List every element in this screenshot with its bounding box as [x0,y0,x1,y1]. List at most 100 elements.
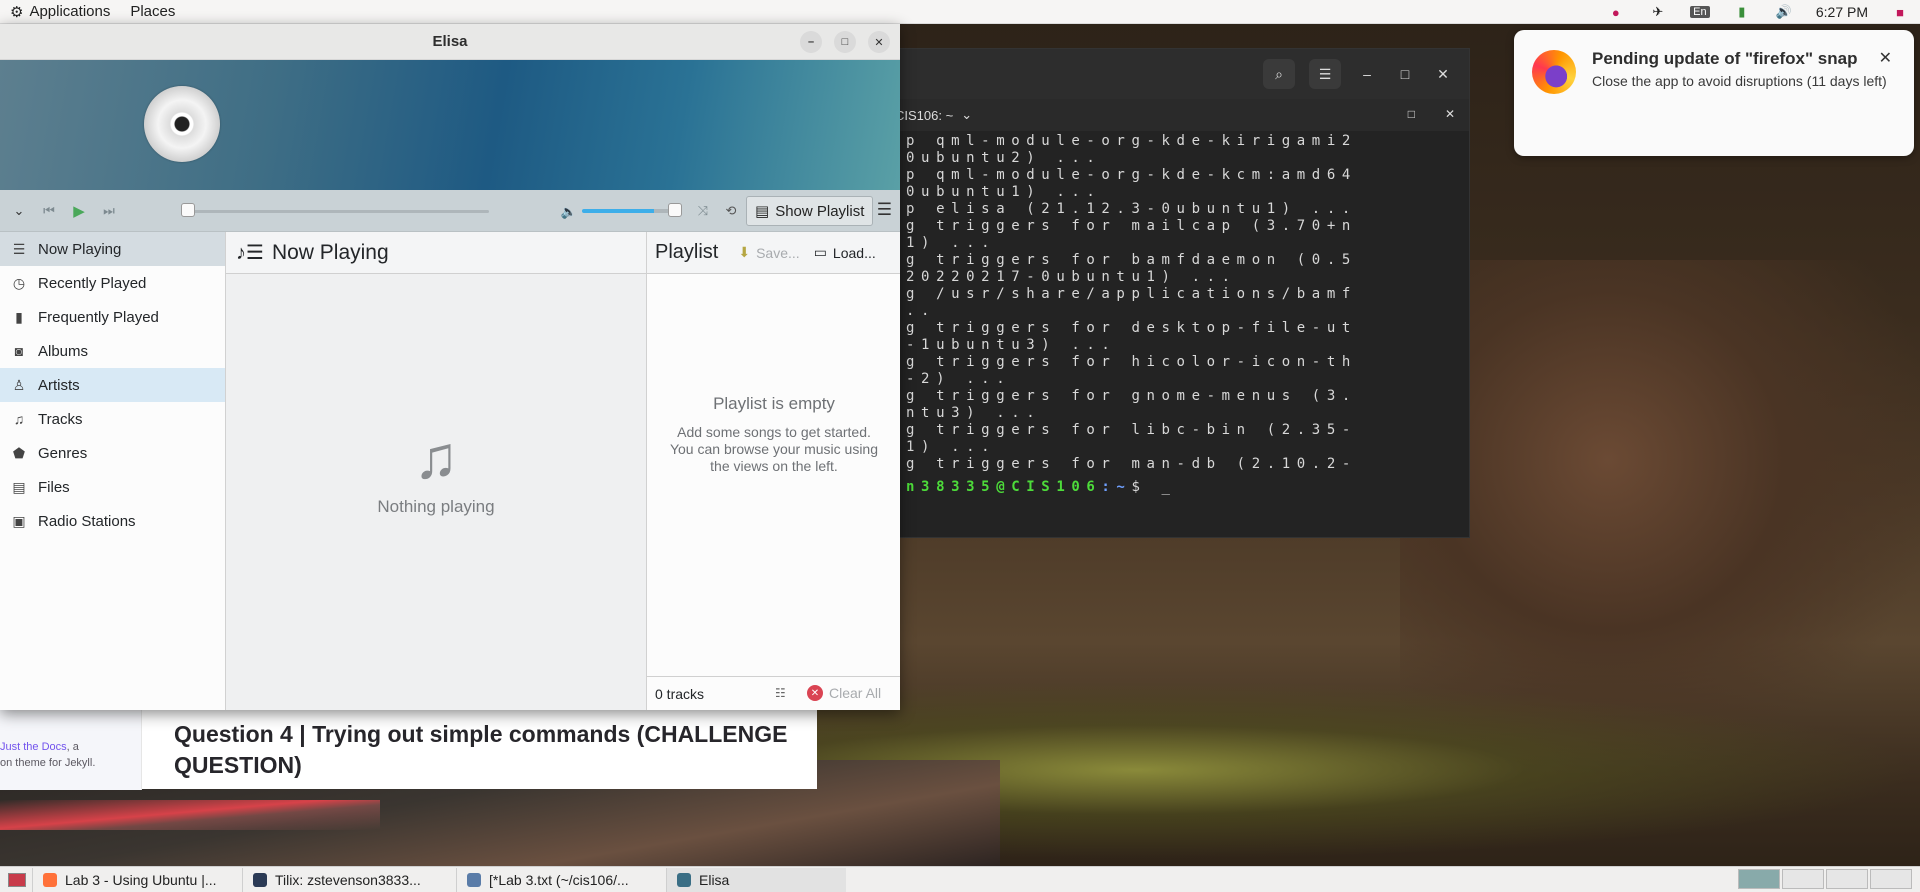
terminal-prompt: on38335@CIS106:~$ _ [891,479,1459,496]
load-playlist-button[interactable]: ▭ Load... [814,244,876,261]
search-icon[interactable]: ⌕ [1263,59,1295,89]
just-the-docs-link[interactable]: Just the Docs [0,741,67,753]
album-art-disc-icon [144,86,220,162]
chevron-down-icon[interactable]: ⌄ [961,107,972,123]
workspace[interactable] [1738,869,1780,889]
frequent-icon: ▮ [15,308,23,325]
volume-handle[interactable] [668,203,682,217]
taskbar-item-label: [*Lab 3.txt (~/cis106/... [489,871,629,888]
sidebar-item-artists[interactable]: ♙ Artists [0,368,225,402]
elisa-window: Elisa – □ ✕ ⌄ ⏮ ▶ ⏭ 🔈 ⤨ ⟲ ▤ Show Playlis… [0,24,900,710]
load-label: Load... [832,244,876,261]
maximize-icon[interactable]: □ [834,31,856,53]
nothing-playing-text: Nothing playing [377,497,495,516]
sidebar-item-genres[interactable]: ⬟ Genres [0,436,225,470]
close-icon[interactable]: ✕ [1879,48,1892,68]
close-pane-icon[interactable]: ✕ [1445,107,1455,121]
maximize-pane-icon[interactable]: □ [1408,107,1415,121]
music-note-icon: ♫ [413,424,459,491]
maximize-icon[interactable]: □ [1393,66,1417,82]
sidebar-item-now-playing[interactable]: ☰ Now Playing [0,232,225,266]
side-text-2: on theme for Jekyll. [0,757,96,769]
hamburger-menu-icon[interactable]: ☰ [877,200,892,220]
playlist-heading: Playlist [655,241,719,263]
close-icon[interactable]: ✕ [868,31,890,53]
notification[interactable]: Pending update of "firefox" snap Close t… [1514,30,1914,156]
taskbar-item[interactable]: Lab 3 - Using Ubuntu |... [32,867,242,892]
sidebar-item-albums[interactable]: ◙ Albums [0,334,225,368]
previous-icon[interactable]: ⏮ [38,200,60,222]
volume-icon[interactable]: 🔈 [558,201,580,223]
now-playing-view: ♪☰ Now Playing ♫ Nothing playing [226,232,646,710]
minimize-icon[interactable]: – [1355,66,1379,82]
volume-icon[interactable]: 🔊 [1774,3,1794,21]
terminal-line: 6-1ubuntu3) ... [891,337,1117,353]
playlist-header: Playlist ⬇ Save... ▭ Load... [647,232,900,274]
playlist-icon: ▤ [755,203,770,220]
repeat-icon[interactable]: ⟲ [720,200,742,222]
genre-icon: ⬟ [12,444,26,461]
terminal-output[interactable]: up qml-module-org-kde-kirigami2 -0ubuntu2… [881,131,1469,498]
save-icon: ⬇ [738,244,751,260]
network-icon[interactable]: ✈ [1648,3,1668,21]
workspace[interactable] [1782,869,1824,889]
sidebar-item-radio-stations[interactable]: ▣ Radio Stations [0,504,225,538]
terminal-line: up qml-module-org-kde-kcm:amd64 [891,167,1357,183]
next-icon[interactable]: ⏭ [98,200,120,222]
seek-handle[interactable] [181,203,195,217]
terminal-line: ng triggers for hicolor-icon-th [891,354,1357,370]
terminal-tab[interactable]: CIS106: ~ ⌄ □ ✕ [881,99,1469,131]
clock[interactable]: 6:27 PM [1816,4,1868,20]
places-menu[interactable]: Places [120,3,185,20]
radio-icon: ▣ [12,512,26,529]
chevron-down-icon[interactable]: ⌄ [8,200,30,222]
close-icon[interactable]: ✕ [1431,66,1455,83]
firefox-icon [1532,50,1576,94]
taskbar-item[interactable]: [*Lab 3.txt (~/cis106/... [456,867,666,892]
terminal-line: ng triggers for mailcap (3.70+n [891,218,1357,234]
clear-icon: ✕ [807,685,823,701]
show-desktop-icon[interactable] [8,872,26,887]
taskbar: Lab 3 - Using Ubuntu |... Tilix: zstevens… [0,866,1920,892]
folder-icon: ▭ [813,244,827,260]
elisa-titlebar: Elisa – □ ✕ [0,24,900,60]
sidebar-item-frequently-played[interactable]: ▮ Frequently Played [0,300,225,334]
show-playlist-button[interactable]: ▤ Show Playlist [746,196,874,226]
prompt-path: :~ [1101,479,1132,495]
terminal-line: ng triggers for desktop-file-ut [891,320,1357,336]
sidebar-item-files[interactable]: ▤ Files [0,470,225,504]
taskbar-item[interactable]: Tilix: zstevenson3833... [242,867,456,892]
music-note-icon: ♫ [13,411,25,427]
terminal-line: .1) ... [891,439,997,455]
workspace[interactable] [1826,869,1868,889]
battery-icon[interactable]: ▮ [1732,3,1752,21]
shuffle-icon[interactable]: ⤨ [692,200,714,222]
keyboard-layout-icon[interactable]: En [1690,3,1710,21]
firefox-tray-icon[interactable]: ● [1606,3,1626,21]
sidebar-item-label: Files [38,478,70,496]
terminal-line: ng triggers for gnome-menus (3. [891,388,1357,404]
taskbar-item-label: Lab 3 - Using Ubuntu |... [65,871,217,888]
save-playlist-button[interactable]: ⬇ Save... [738,244,799,261]
question-heading: Question 4 | Trying out simple commands … [174,721,788,778]
applications-menu[interactable]: ⚙ Applications [0,3,120,21]
play-icon[interactable]: ▶ [68,200,90,222]
minimize-icon[interactable]: – [800,31,822,53]
taskbar-item[interactable]: Elisa [666,867,846,892]
terminal-header: ⌕ ☰ – □ ✕ [881,49,1469,99]
clear-all-button[interactable]: ✕ Clear All [807,685,881,701]
notification-title: Pending update of "firefox" snap [1592,49,1858,68]
volume-slider[interactable] [582,209,674,213]
sidebar-item-tracks[interactable]: ♫ Tracks [0,402,225,436]
menu-icon[interactable]: ☰ [1309,59,1341,89]
now-playing-header: ♪☰ Now Playing [226,232,646,274]
sidebar-item-recently-played[interactable]: ◷ Recently Played [0,266,225,300]
workspace-switcher[interactable] [1738,869,1912,889]
workspace[interactable] [1870,869,1912,889]
filter-icon[interactable]: ☷ [775,686,786,700]
artist-icon: ♙ [12,376,26,393]
taskbar-item-label: Tilix: zstevenson3833... [275,871,421,888]
player-controls: ⌄ ⏮ ▶ ⏭ 🔈 ⤨ ⟲ ▤ Show Playlist ☰ [0,190,900,232]
session-icon[interactable]: ■ [1890,3,1910,21]
seek-bar[interactable] [183,210,489,213]
